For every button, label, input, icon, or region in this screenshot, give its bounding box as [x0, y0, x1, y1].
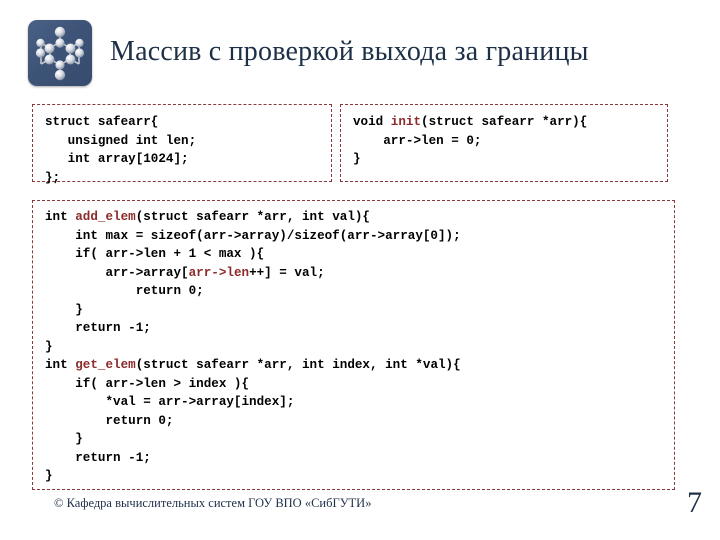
code-span: (struct safearr *arr, int val){: [135, 210, 370, 224]
code-block-add-and-get-functions: int add_elem(struct safearr *arr, int va…: [32, 200, 675, 490]
slide-number: 7: [687, 486, 702, 519]
code-identifier: get_elem: [75, 358, 136, 372]
code-span: unsigned int len;: [45, 133, 197, 148]
code-span: return -1;: [45, 450, 151, 465]
code-span: }: [45, 302, 83, 317]
code-span: int max = sizeof(arr->array)/sizeof(arr-…: [45, 228, 461, 243]
copyright-text: © Кафедра вычислительных систем ГОУ ВПО …: [54, 496, 372, 510]
code-span: int array[1024];: [45, 152, 189, 166]
code-text: struct safearr{ unsigned int len; int ar…: [33, 105, 331, 187]
code-span: (struct safearr *arr){: [421, 115, 588, 129]
code-span: arr->len = 0;: [353, 133, 482, 148]
code-span: }: [45, 469, 53, 483]
code-span: }: [45, 339, 53, 354]
code-span: ++] = val;: [249, 265, 325, 280]
code-block-init-function: void init(struct safearr *arr){ arr->len…: [340, 104, 668, 182]
code-span: (struct safearr *arr, int index, int *va…: [135, 358, 461, 372]
molecule-network-logo-icon: [28, 20, 92, 86]
code-span: void: [353, 115, 391, 129]
code-identifier: arr->len: [188, 265, 250, 280]
code-identifier: init: [390, 115, 422, 129]
code-span: }: [45, 432, 83, 446]
code-text: int add_elem(struct safearr *arr, int va…: [33, 201, 674, 486]
slide-footer: © Кафедра вычислительных систем ГОУ ВПО …: [0, 486, 720, 540]
code-span: struct safearr{: [45, 115, 159, 129]
code-text: void init(struct safearr *arr){ arr->len…: [341, 105, 667, 169]
code-span: }: [353, 152, 361, 166]
code-span: int: [45, 210, 76, 224]
slide-header: Массив с проверкой выхода за границы: [0, 0, 720, 100]
code-span: return 0;: [45, 413, 174, 428]
code-span: int: [45, 358, 76, 372]
code-span: if( arr->len + 1 < max ){: [45, 247, 265, 261]
code-span: if( arr->len > index ){: [45, 376, 250, 391]
code-span: };: [45, 170, 61, 185]
page-title: Массив с проверкой выхода за границы: [110, 36, 589, 67]
code-identifier: add_elem: [75, 210, 136, 224]
code-span: *val = arr->array[index];: [45, 395, 295, 409]
code-span: return 0;: [45, 284, 204, 298]
code-span: return -1;: [45, 321, 151, 335]
code-block-struct-definition: struct safearr{ unsigned int len; int ar…: [32, 104, 332, 185]
code-span: arr->array[: [45, 265, 189, 280]
